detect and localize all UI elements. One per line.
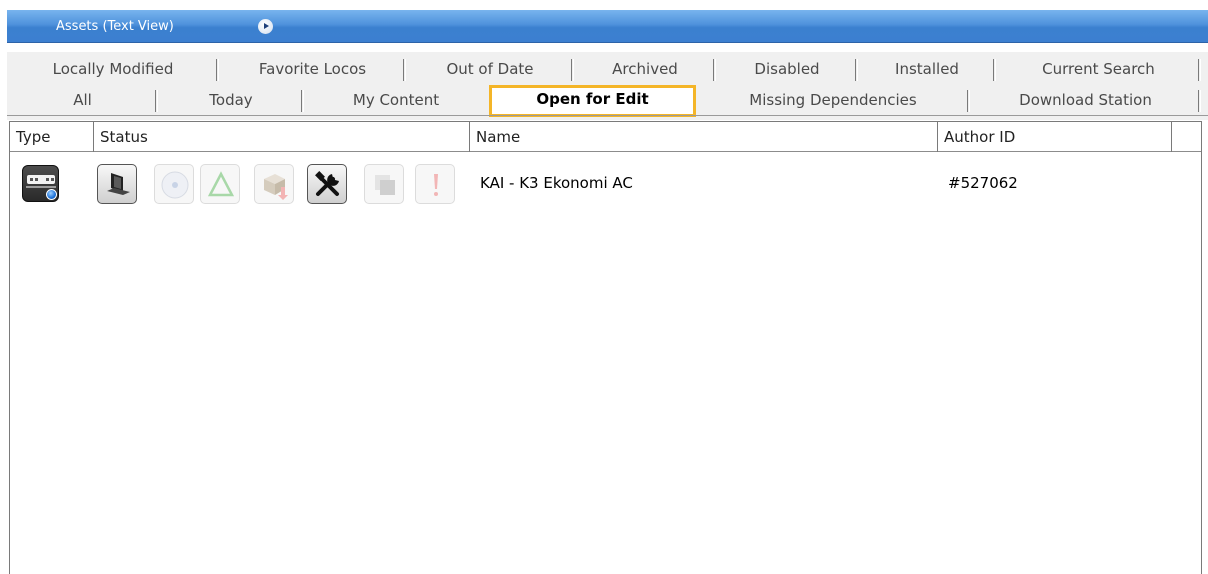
tab-today[interactable]: Today bbox=[158, 85, 304, 116]
tab-label: Out of Date bbox=[446, 60, 534, 78]
train-window bbox=[30, 178, 33, 181]
train-window bbox=[51, 178, 54, 181]
error-exclamation-icon bbox=[415, 164, 455, 204]
tab-disabled[interactable]: Disabled bbox=[716, 54, 858, 85]
tab-favorite-locos[interactable]: Favorite Locos bbox=[219, 54, 406, 85]
tab-separator bbox=[1198, 59, 1201, 81]
filter-tabs: Locally Modified Favorite Locos Out of D… bbox=[7, 52, 1208, 120]
tab-out-of-date[interactable]: Out of Date bbox=[406, 54, 574, 85]
column-header: Type Status Name Author ID bbox=[10, 122, 1201, 152]
tab-label: Missing Dependencies bbox=[749, 91, 917, 109]
asset-name: KAI - K3 Ekonomi AC bbox=[480, 174, 633, 192]
tab-label: My Content bbox=[352, 91, 440, 109]
tab-label: Current Search bbox=[1042, 60, 1155, 78]
tab-label: All bbox=[73, 91, 92, 109]
installed-dot-icon bbox=[46, 189, 57, 200]
locomotive-icon bbox=[22, 165, 59, 202]
tabs-baseline bbox=[7, 115, 1208, 116]
copy-squares-icon bbox=[364, 164, 404, 204]
panel-titlebar: Assets (Text View) bbox=[7, 10, 1208, 43]
table-row[interactable]: KAI - K3 Ekonomi AC #527062 bbox=[10, 153, 1201, 209]
panel-title: Assets (Text View) bbox=[56, 19, 174, 34]
tab-label: Favorite Locos bbox=[258, 60, 367, 78]
expand-arrow-icon[interactable] bbox=[258, 19, 273, 34]
cd-disc-icon bbox=[154, 164, 194, 204]
train-shape bbox=[27, 175, 55, 184]
column-type[interactable]: Type bbox=[10, 122, 94, 152]
tab-separator bbox=[1198, 90, 1201, 112]
tab-archived[interactable]: Archived bbox=[574, 54, 716, 85]
download-package-icon bbox=[254, 164, 294, 204]
tab-row-2: All Today My Content Open for Edit Missi… bbox=[7, 85, 1208, 117]
tab-download-station[interactable]: Download Station bbox=[970, 85, 1201, 116]
author-id: #527062 bbox=[948, 174, 1018, 192]
train-window bbox=[46, 178, 49, 181]
tab-open-for-edit[interactable]: Open for Edit bbox=[489, 85, 696, 117]
tab-label: Installed bbox=[895, 60, 959, 78]
column-name[interactable]: Name bbox=[470, 122, 938, 152]
tab-all[interactable]: All bbox=[7, 85, 158, 116]
warning-triangle-icon bbox=[200, 164, 240, 204]
column-status[interactable]: Status bbox=[94, 122, 470, 152]
tab-missing-dependencies[interactable]: Missing Dependencies bbox=[696, 85, 970, 116]
local-computer-icon bbox=[97, 164, 137, 204]
tab-current-search[interactable]: Current Search bbox=[996, 54, 1201, 85]
tab-label: Download Station bbox=[1019, 91, 1152, 109]
tab-installed[interactable]: Installed bbox=[858, 54, 996, 85]
tab-label: Locally Modified bbox=[52, 60, 174, 78]
asset-list: Type Status Name Author ID KAI - K3 Ekon… bbox=[9, 121, 1202, 574]
train-window bbox=[35, 178, 38, 181]
tab-label: Today bbox=[209, 91, 253, 109]
tab-row-1: Locally Modified Favorite Locos Out of D… bbox=[7, 54, 1208, 85]
column-author-id[interactable]: Author ID bbox=[938, 122, 1172, 152]
tab-locally-modified[interactable]: Locally Modified bbox=[7, 54, 219, 85]
tab-my-content[interactable]: My Content bbox=[304, 85, 488, 116]
tab-label: Disabled bbox=[754, 60, 820, 78]
tab-label: Archived bbox=[612, 60, 678, 78]
column-filler bbox=[1172, 122, 1201, 152]
open-for-edit-tools-icon bbox=[307, 164, 347, 204]
tab-label: Open for Edit bbox=[536, 90, 649, 108]
train-rail bbox=[26, 186, 56, 188]
